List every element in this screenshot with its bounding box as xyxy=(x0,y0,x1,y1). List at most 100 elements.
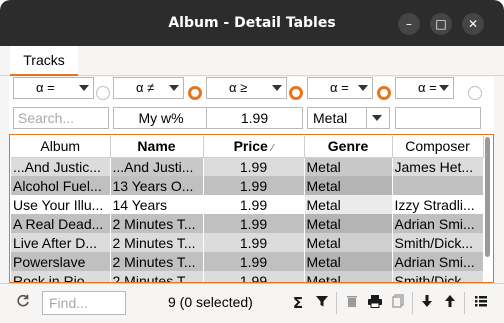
scrollbar-thumb[interactable] xyxy=(485,137,490,257)
cell-name[interactable]: 13 Years O... xyxy=(110,176,204,195)
composer-operator-select[interactable]: α = xyxy=(395,77,454,99)
cell-composer[interactable] xyxy=(392,176,484,195)
tab-tracks[interactable]: Tracks xyxy=(10,46,78,76)
composer-filter-input[interactable] xyxy=(395,107,481,129)
album-search-input[interactable]: Search... xyxy=(13,107,109,129)
tracks-grid: Album Name Price ∕ Genre Composer ...And… xyxy=(11,136,484,282)
toolbar-separator xyxy=(464,292,465,314)
maximize-icon: □ xyxy=(435,17,447,31)
filter-icon[interactable] xyxy=(313,294,331,312)
chevron-down-icon xyxy=(79,85,89,91)
table-row[interactable]: Live After D... 2 Minutes T... 1.99 Meta… xyxy=(11,233,484,252)
cell-price[interactable]: 1.99 xyxy=(203,233,305,252)
cell-price[interactable]: 1.99 xyxy=(203,252,305,271)
cell-album[interactable]: ...And Justic... xyxy=(11,157,111,176)
refresh-icon[interactable] xyxy=(14,294,32,312)
cell-price[interactable]: 1.99 xyxy=(203,195,305,214)
move-up-icon[interactable] xyxy=(441,294,459,312)
column-header-name[interactable]: Name xyxy=(110,136,204,158)
chevron-down-icon xyxy=(272,85,282,91)
list-icon[interactable] xyxy=(472,294,490,312)
title-bar[interactable]: Album - Detail Tables – □ ✕ xyxy=(0,0,504,46)
cell-album[interactable]: A Real Dead... xyxy=(11,214,111,233)
chevron-down-icon xyxy=(372,115,382,121)
column-header-genre[interactable]: Genre xyxy=(304,136,393,158)
detail-panel: α = α ≠ α ≥ α = α = Search... My w% 1.99… xyxy=(9,77,494,283)
genre-operator-label: α = xyxy=(330,80,349,95)
cell-genre[interactable]: Metal xyxy=(304,195,393,214)
vertical-scrollbar[interactable] xyxy=(484,137,491,280)
minimize-icon: – xyxy=(406,17,412,31)
print-icon[interactable] xyxy=(366,294,384,312)
chevron-down-icon xyxy=(358,85,368,91)
close-icon: ✕ xyxy=(467,17,479,31)
table-row[interactable]: A Real Dead... 2 Minutes T... 1.99 Metal… xyxy=(11,214,484,233)
cell-genre[interactable]: Metal xyxy=(304,271,393,282)
cell-genre[interactable]: Metal xyxy=(304,176,393,195)
cell-album[interactable]: Powerslave xyxy=(11,252,111,271)
cell-price[interactable]: 1.99 xyxy=(203,271,305,282)
status-bar: Find... 9 (0 selected) Σ xyxy=(0,283,504,323)
cell-name[interactable]: 14 Years xyxy=(110,195,204,214)
price-filter-input[interactable]: 1.99 xyxy=(206,107,303,129)
name-filter-radio[interactable] xyxy=(188,86,202,100)
cell-price[interactable]: 1.99 xyxy=(203,157,305,176)
cell-genre[interactable]: Metal xyxy=(304,157,393,176)
delete-icon[interactable] xyxy=(343,294,361,312)
copy-icon[interactable] xyxy=(389,294,407,312)
cell-composer[interactable]: Adrian Smi... xyxy=(392,214,484,233)
table-row[interactable]: Rock in Rio... 2 Minutes T... 1.99 Metal… xyxy=(11,271,484,282)
cell-composer[interactable]: Izzy Stradli... xyxy=(392,195,484,214)
album-operator-select[interactable]: α = xyxy=(13,77,94,99)
genre-filter-radio[interactable] xyxy=(377,86,391,100)
table-row[interactable]: Alcohol Fuel... 13 Years O... 1.99 Metal xyxy=(11,176,484,195)
column-header-composer[interactable]: Composer xyxy=(392,136,484,158)
cell-genre[interactable]: Metal xyxy=(304,252,393,271)
name-filter-input[interactable]: My w% xyxy=(113,107,209,129)
chevron-down-icon xyxy=(439,85,449,91)
cell-composer[interactable]: James Het... xyxy=(392,157,484,176)
cell-price[interactable]: 1.99 xyxy=(203,214,305,233)
genre-filter-select[interactable]: Metal xyxy=(307,107,390,129)
tracks-table[interactable]: Album Name Price ∕ Genre Composer ...And… xyxy=(9,134,494,283)
find-input[interactable]: Find... xyxy=(42,291,126,315)
cell-composer[interactable]: Smith/Dick... xyxy=(392,271,484,282)
cell-genre[interactable]: Metal xyxy=(304,233,393,252)
price-operator-select[interactable]: α ≥ xyxy=(206,77,287,99)
cell-genre[interactable]: Metal xyxy=(304,214,393,233)
window-title: Album - Detail Tables xyxy=(168,15,336,31)
cell-name[interactable]: ...And Justi... xyxy=(110,157,204,176)
cell-name[interactable]: 2 Minutes T... xyxy=(110,233,204,252)
genre-filter-value: Metal xyxy=(313,110,348,126)
album-filter-radio[interactable] xyxy=(96,86,110,100)
price-filter-radio[interactable] xyxy=(289,86,303,100)
cell-name[interactable]: 2 Minutes T... xyxy=(110,271,204,282)
table-row[interactable]: Use Your Illu... 14 Years 1.99 Metal Izz… xyxy=(11,195,484,214)
name-operator-select[interactable]: α ≠ xyxy=(113,77,184,99)
maximize-button[interactable]: □ xyxy=(430,13,452,35)
minimize-button[interactable]: – xyxy=(398,13,420,35)
cell-album[interactable]: Live After D... xyxy=(11,233,111,252)
cell-composer[interactable]: Smith/Dick... xyxy=(392,233,484,252)
composer-filter-radio[interactable] xyxy=(468,86,482,100)
genre-operator-select[interactable]: α = xyxy=(307,77,373,99)
genre-dropdown-button[interactable] xyxy=(366,108,386,128)
cell-album[interactable]: Use Your Illu... xyxy=(11,195,111,214)
move-down-icon[interactable] xyxy=(418,294,436,312)
sort-indicator-icon: ∕ xyxy=(271,143,274,155)
sum-icon[interactable]: Σ xyxy=(289,294,307,312)
column-header-price-label: Price xyxy=(233,138,268,155)
column-header-price[interactable]: Price ∕ xyxy=(203,136,305,158)
cell-name[interactable]: 2 Minutes T... xyxy=(110,252,204,271)
column-header-album[interactable]: Album xyxy=(11,136,111,158)
tab-bar: Tracks xyxy=(0,46,504,76)
album-operator-label: α = xyxy=(36,80,55,95)
cell-price[interactable]: 1.99 xyxy=(203,176,305,195)
cell-album[interactable]: Rock in Rio... xyxy=(11,271,111,282)
table-row[interactable]: Powerslave 2 Minutes T... 1.99 Metal Adr… xyxy=(11,252,484,271)
close-button[interactable]: ✕ xyxy=(462,13,484,35)
cell-composer[interactable]: Adrian Smi... xyxy=(392,252,484,271)
cell-album[interactable]: Alcohol Fuel... xyxy=(11,176,111,195)
table-row[interactable]: ...And Justic... ...And Justi... 1.99 Me… xyxy=(11,157,484,176)
cell-name[interactable]: 2 Minutes T... xyxy=(110,214,204,233)
